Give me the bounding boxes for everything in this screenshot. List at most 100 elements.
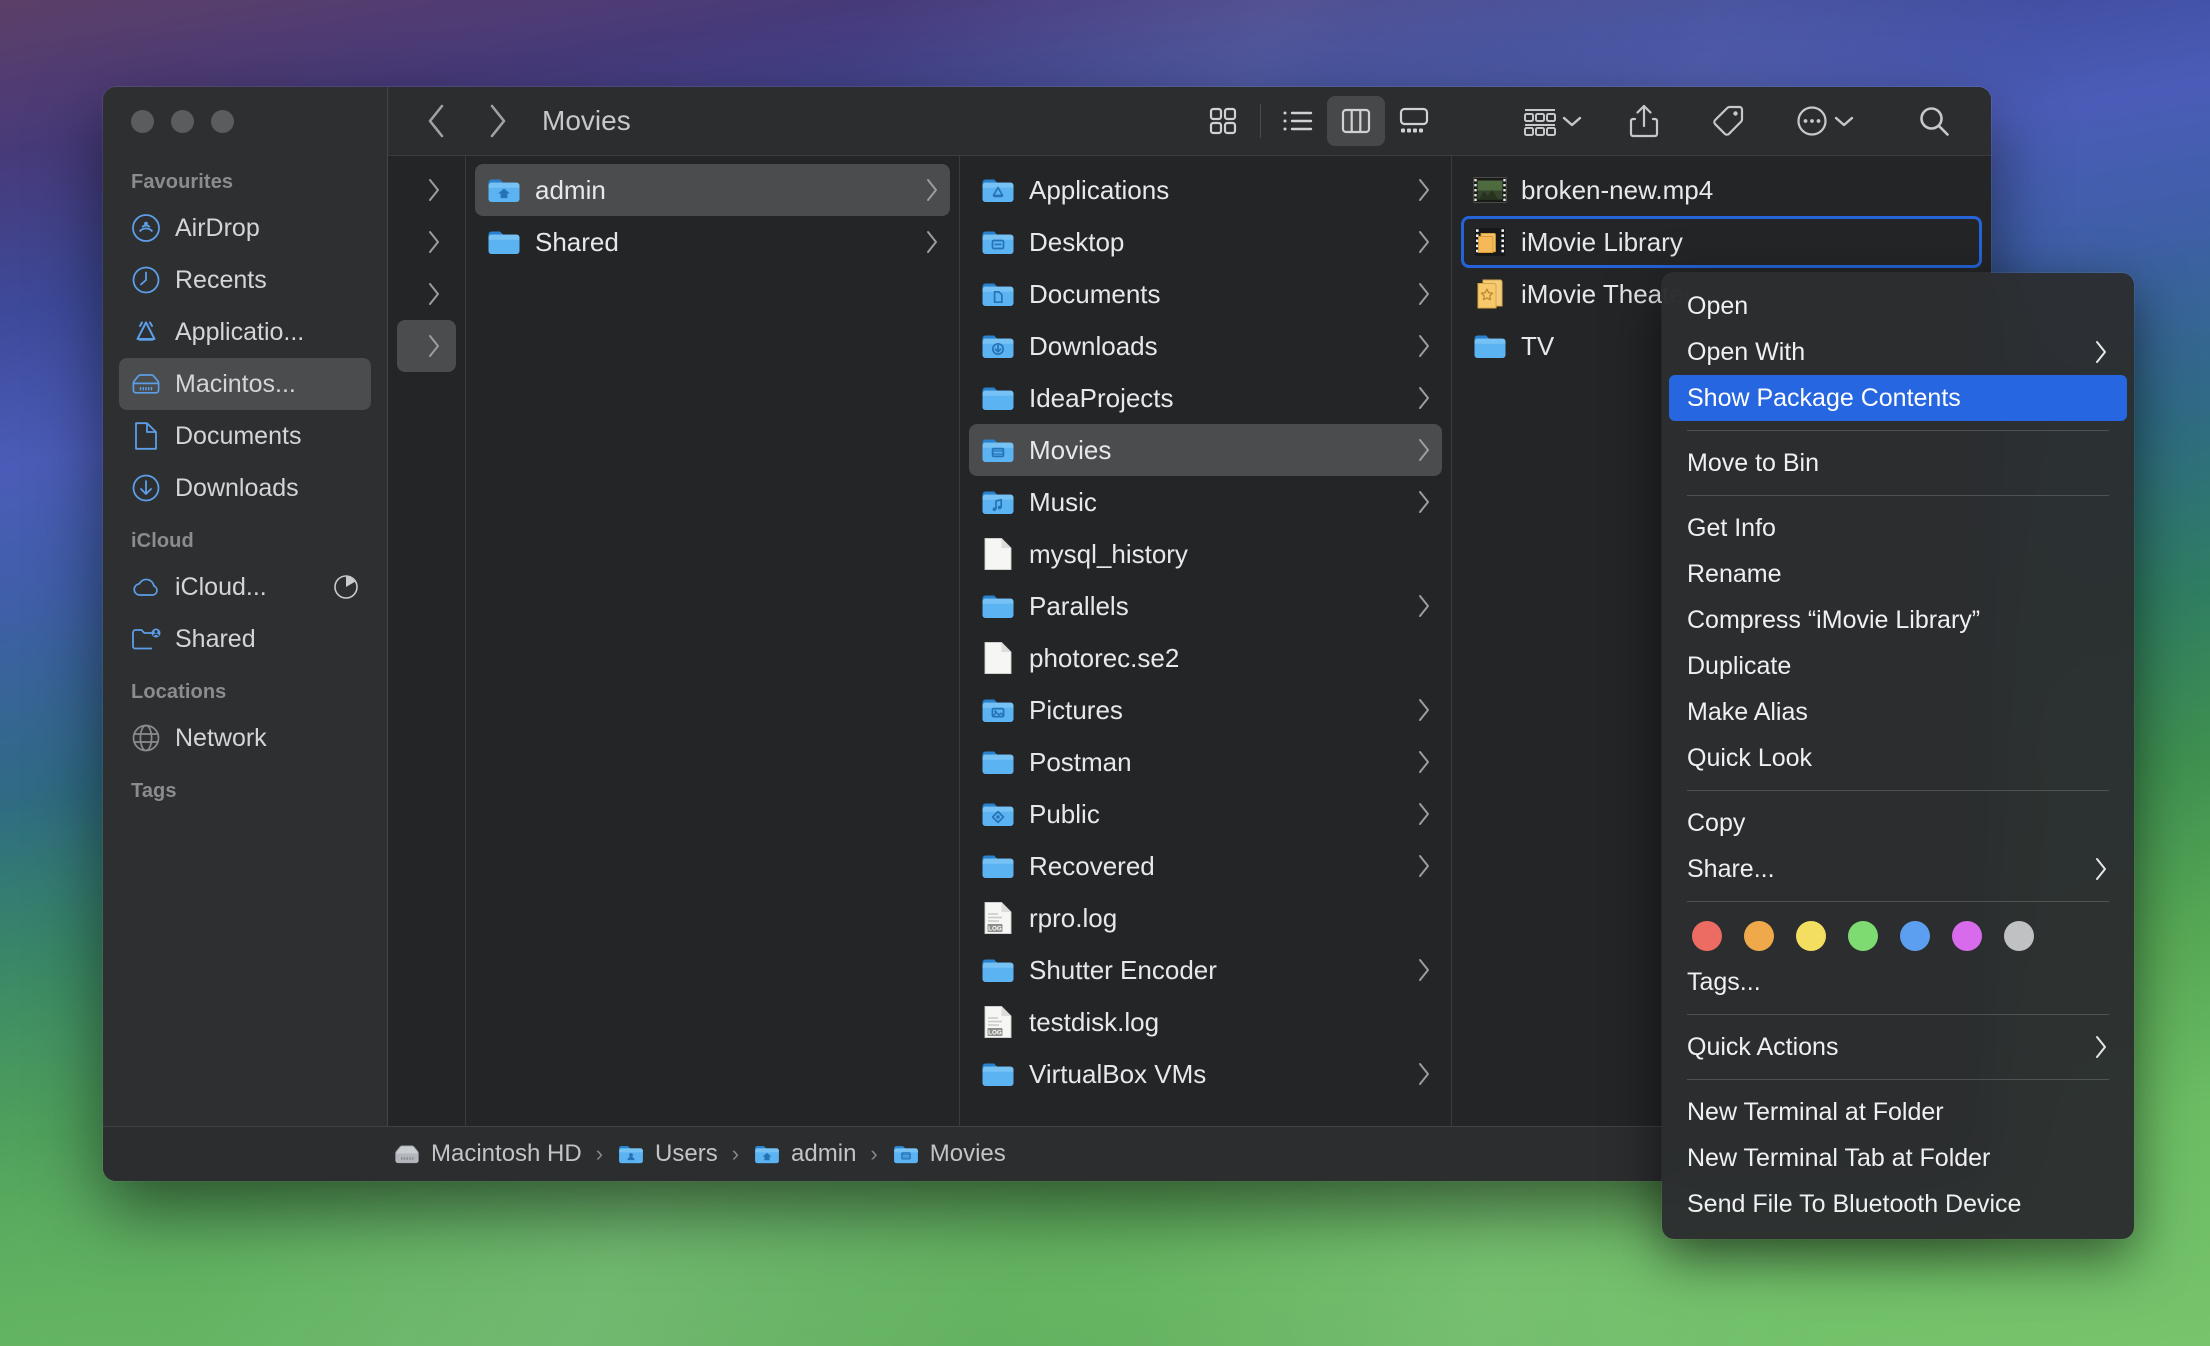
music-folder-icon (981, 485, 1015, 519)
row-testdisk-log[interactable]: LOG testdisk.log (969, 996, 1442, 1048)
row-broken-new-mp4[interactable]: broken-new.mp4 (1461, 164, 1982, 216)
gallery-view-button[interactable] (1385, 96, 1443, 146)
menu-item-share[interactable]: Share... (1669, 846, 2127, 892)
row-mysql-history[interactable]: mysql_history (969, 528, 1442, 580)
menu-item-new-terminal-at-folder[interactable]: New Terminal at Folder (1669, 1089, 2127, 1135)
row-public[interactable]: Public (969, 788, 1442, 840)
row-documents[interactable]: Documents (969, 268, 1442, 320)
table-row[interactable] (397, 164, 456, 216)
menu-item-open-with[interactable]: Open With (1669, 329, 2127, 375)
sidebar-item-shared[interactable]: Shared (119, 613, 371, 665)
sidebar-item-applicatio[interactable]: Applicatio... (119, 306, 371, 358)
tag-color-swatch-2[interactable] (1796, 921, 1826, 951)
group-icon[interactable] (1513, 96, 1567, 146)
tag-icon[interactable] (1701, 96, 1755, 146)
sidebar-item-airdrop[interactable]: AirDrop (119, 202, 371, 254)
menu-item-quick-look[interactable]: Quick Look (1669, 735, 2127, 781)
row-desktop[interactable]: Desktop (969, 216, 1442, 268)
breadcrumb-users[interactable]: Users (617, 1140, 718, 1168)
row-downloads[interactable]: Downloads (969, 320, 1442, 372)
applications-icon (131, 317, 161, 347)
list-view-button[interactable] (1269, 96, 1327, 146)
tag-color-swatch-3[interactable] (1848, 921, 1878, 951)
folder-icon (981, 849, 1015, 883)
row-photorec-se2[interactable]: photorec.se2 (969, 632, 1442, 684)
search-icon[interactable] (1907, 96, 1961, 146)
chevron-down-icon[interactable] (1561, 114, 1583, 128)
breadcrumb-macintosh-hd[interactable]: Macintosh HD (393, 1140, 582, 1168)
table-row[interactable] (397, 268, 456, 320)
menu-item-label: Tags... (1687, 967, 1761, 996)
sidebar-item-network[interactable]: Network (119, 712, 371, 764)
breadcrumb-movies[interactable]: Movies (892, 1140, 1006, 1168)
menu-item-get-info[interactable]: Get Info (1669, 505, 2127, 551)
item-label: Shutter Encoder (1029, 954, 1217, 985)
share-icon[interactable] (1617, 96, 1671, 146)
menu-item-move-to-bin[interactable]: Move to Bin (1669, 440, 2127, 486)
sidebar-item-macintos[interactable]: Macintos... (119, 358, 371, 410)
tag-color-swatch-1[interactable] (1744, 921, 1774, 951)
breadcrumb-admin[interactable]: admin (753, 1140, 856, 1168)
view-mode-group (1194, 96, 1443, 146)
sidebar-item-documents[interactable]: Documents (119, 410, 371, 462)
row-music[interactable]: Music (969, 476, 1442, 528)
back-button[interactable] (410, 99, 462, 143)
sidebar-item-recents[interactable]: Recents (119, 254, 371, 306)
table-row[interactable] (397, 216, 456, 268)
menu-item-new-terminal-tab-at-folder[interactable]: New Terminal Tab at Folder (1669, 1135, 2127, 1181)
column-home[interactable]: Applications Desktop Documents Downloads Ide… (960, 156, 1452, 1126)
minimize-button[interactable] (171, 109, 194, 133)
row-movies[interactable]: Movies (969, 424, 1442, 476)
menu-item-quick-actions[interactable]: Quick Actions (1669, 1024, 2127, 1070)
toolbar-actions (1513, 96, 1961, 146)
row-virtualbox-vms[interactable]: VirtualBox VMs (969, 1048, 1442, 1100)
row-rpro-log[interactable]: LOG rpro.log (969, 892, 1442, 944)
column-volumes[interactable] (388, 156, 466, 1126)
context-menu[interactable]: Open Open With Show Package Contents Move t… (1662, 273, 2134, 1239)
tag-color-swatch-6[interactable] (2004, 921, 2034, 951)
row-shutter-encoder[interactable]: Shutter Encoder (969, 944, 1442, 996)
chevron-right-icon (426, 229, 442, 255)
column-view-button[interactable] (1327, 96, 1385, 146)
icon-view-button[interactable] (1194, 96, 1252, 146)
row-postman[interactable]: Postman (969, 736, 1442, 788)
sidebar-item-label: iCloud... (175, 572, 267, 601)
row-parallels[interactable]: Parallels (969, 580, 1442, 632)
sidebar-item-downloads[interactable]: Downloads (119, 462, 371, 514)
svg-text:LOG: LOG (988, 925, 1002, 932)
tag-color-swatch-4[interactable] (1900, 921, 1930, 951)
row-imovie-library[interactable]: iMovie Library (1461, 216, 1982, 268)
chevron-down-icon-2[interactable] (1833, 114, 1855, 128)
menu-item-make-alias[interactable]: Make Alias (1669, 689, 2127, 735)
forward-button[interactable] (472, 99, 524, 143)
row-ideaprojects[interactable]: IdeaProjects (969, 372, 1442, 424)
table-row[interactable] (397, 320, 456, 372)
cloud-icon (131, 572, 161, 602)
menu-item-send-file-to-bluetooth-device[interactable]: Send File To Bluetooth Device (1669, 1181, 2127, 1227)
menu-item-rename[interactable]: Rename (1669, 551, 2127, 597)
row-admin[interactable]: admin (475, 164, 950, 216)
row-applications[interactable]: Applications (969, 164, 1442, 216)
menu-item-compress-imovie-library[interactable]: Compress “iMovie Library” (1669, 597, 2127, 643)
maximize-button[interactable] (211, 109, 234, 133)
row-pictures[interactable]: Pictures (969, 684, 1442, 736)
applications-folder-icon (981, 173, 1015, 207)
menu-item-copy[interactable]: Copy (1669, 800, 2127, 846)
tag-color-swatch-0[interactable] (1692, 921, 1722, 951)
menu-item-duplicate[interactable]: Duplicate (1669, 643, 2127, 689)
sidebar-scroll[interactable]: Favourites AirDrop Recents Applicatio... Mac… (103, 155, 387, 1126)
folder-icon (981, 1057, 1015, 1091)
row-shared[interactable]: Shared (475, 216, 950, 268)
sidebar-item-icloud[interactable]: iCloud... (119, 561, 371, 613)
traffic-lights (103, 87, 387, 155)
menu-item-show-package-contents[interactable]: Show Package Contents (1669, 375, 2127, 421)
ellipsis-circle-icon[interactable] (1785, 96, 1839, 146)
column-users[interactable]: admin Shared (466, 156, 960, 1126)
row-recovered[interactable]: Recovered (969, 840, 1442, 892)
item-label: Shared (535, 226, 619, 257)
menu-item-open[interactable]: Open (1669, 283, 2127, 329)
menu-item-tags[interactable]: Tags... (1669, 959, 2127, 1005)
item-label: iMovie Library (1521, 226, 1683, 257)
close-button[interactable] (131, 109, 154, 133)
tag-color-swatch-5[interactable] (1952, 921, 1982, 951)
